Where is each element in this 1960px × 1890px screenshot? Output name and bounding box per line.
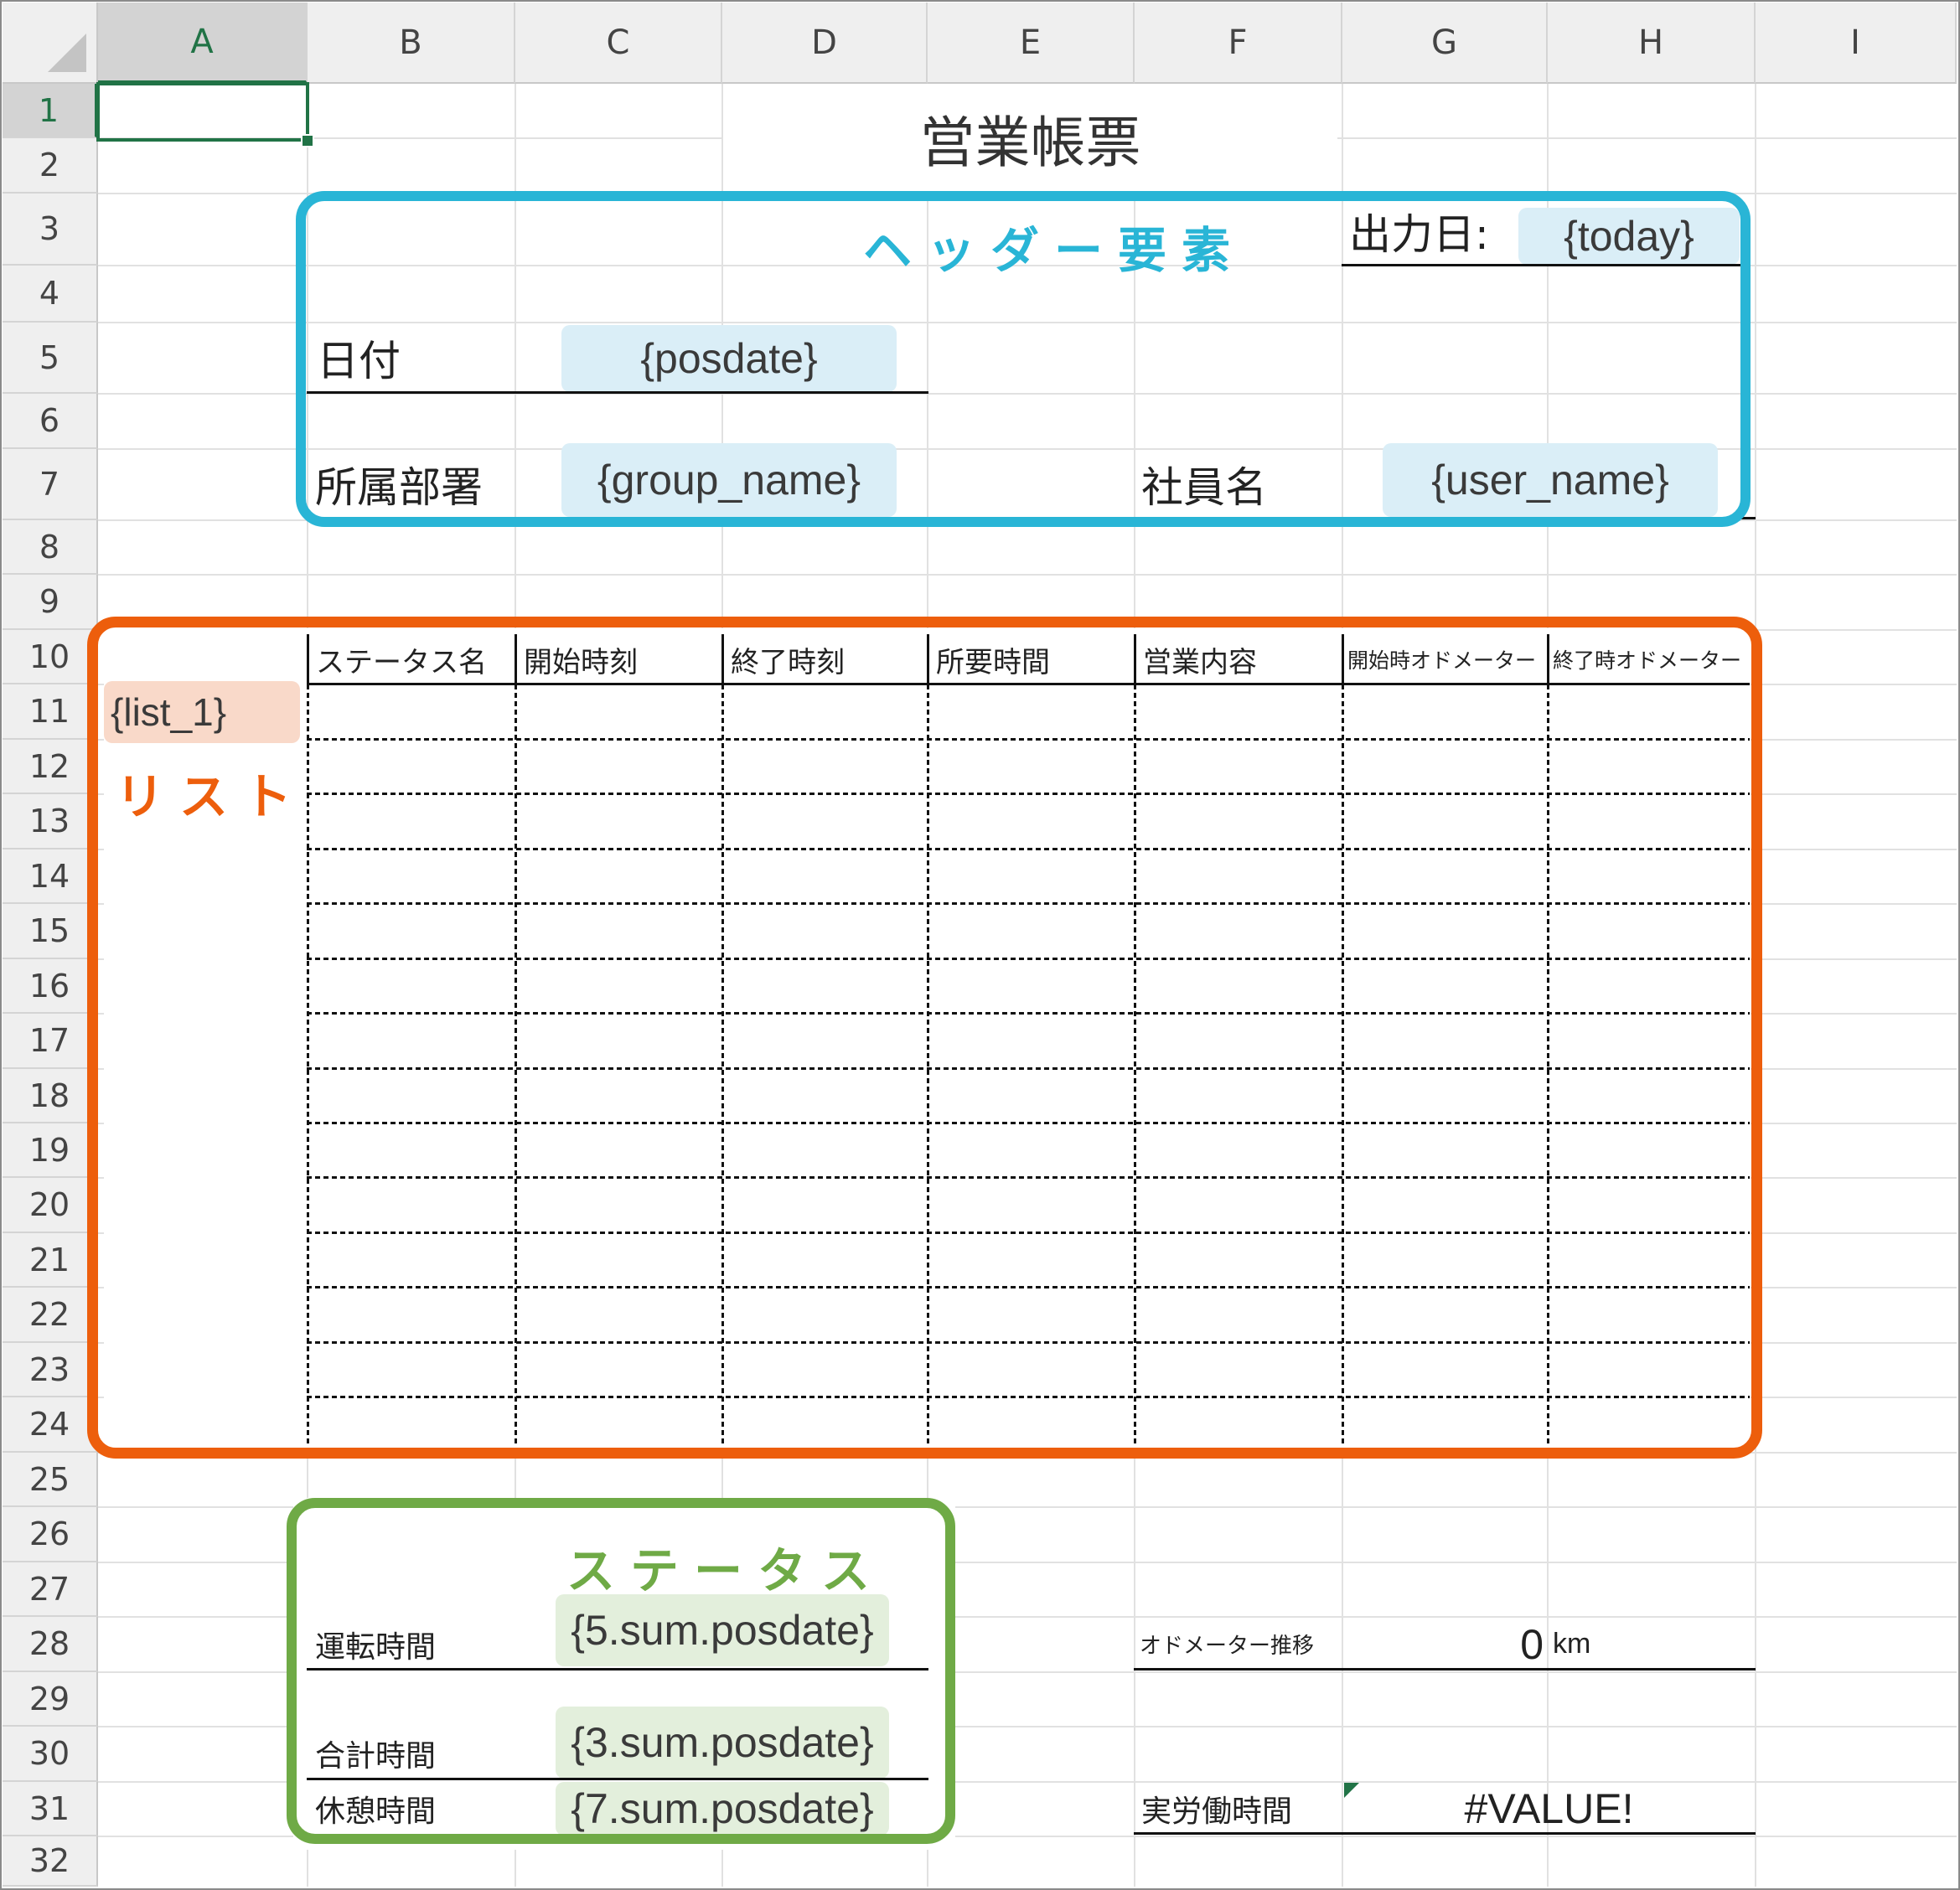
list-annotation-box [87, 617, 1762, 1459]
column-header-h[interactable]: H [1548, 3, 1756, 84]
header-annotation-label: ヘッダー要素 [863, 222, 1246, 279]
actual-work-underline [1134, 1832, 1756, 1835]
row-header-3[interactable]: 3 [3, 194, 98, 266]
row-header-23[interactable]: 23 [3, 1343, 98, 1397]
row-header-17[interactable]: 17 [3, 1014, 98, 1069]
column-header-g[interactable]: G [1342, 3, 1548, 84]
column-header-d[interactable]: D [722, 3, 928, 84]
column-header-c[interactable]: C [515, 3, 722, 84]
selected-cell-a1[interactable] [96, 82, 309, 142]
row-header-28[interactable]: 28 [3, 1617, 98, 1672]
row-header-8[interactable]: 8 [3, 520, 98, 575]
row-header-12[interactable]: 12 [3, 740, 98, 794]
report-title: 営業帳票 [919, 111, 1141, 175]
row-header-5[interactable]: 5 [3, 323, 98, 394]
row-header-2[interactable]: 2 [3, 138, 98, 194]
row-header-14[interactable]: 14 [3, 849, 98, 904]
column-header-f[interactable]: F [1135, 3, 1342, 84]
row-header-13[interactable]: 13 [3, 794, 98, 849]
row-header-31[interactable]: 31 [3, 1782, 98, 1836]
odometer-unit: km [1553, 1628, 1591, 1660]
list-annotation-label: リスト [116, 768, 308, 825]
column-header-i[interactable]: I [1756, 3, 1957, 84]
row-header-24[interactable]: 24 [3, 1397, 98, 1453]
row-header-22[interactable]: 22 [3, 1288, 98, 1343]
row-header-18[interactable]: 18 [3, 1069, 98, 1123]
fill-handle[interactable] [301, 134, 314, 147]
column-header-b[interactable]: B [308, 3, 515, 84]
row-header-26[interactable]: 26 [3, 1507, 98, 1562]
row-header-29[interactable]: 29 [3, 1672, 98, 1727]
select-all-corner[interactable] [3, 3, 98, 84]
actual-work-label: 実労働時間 [1141, 1794, 1293, 1829]
row-header-27[interactable]: 27 [3, 1562, 98, 1617]
row-header-21[interactable]: 21 [3, 1233, 98, 1288]
select-all-triangle [48, 34, 86, 72]
row-header-7[interactable]: 7 [3, 449, 98, 520]
column-header-e[interactable]: E [928, 3, 1135, 84]
row-header-19[interactable]: 19 [3, 1123, 98, 1178]
row-header-9[interactable]: 9 [3, 575, 98, 630]
row-header-16[interactable]: 16 [3, 959, 98, 1014]
row-header-20[interactable]: 20 [3, 1178, 98, 1233]
row-header-6[interactable]: 6 [3, 394, 98, 449]
gridline [98, 574, 1957, 576]
column-header-a[interactable]: A [98, 3, 308, 84]
odometer-underline [1134, 1668, 1756, 1671]
actual-work-value: #VALUE! [1464, 1784, 1634, 1832]
row-header-32[interactable]: 32 [3, 1836, 98, 1887]
row-header-30[interactable]: 30 [3, 1727, 98, 1782]
row-header-15[interactable]: 15 [3, 904, 98, 959]
odometer-label: オドメーター推移 [1140, 1634, 1315, 1659]
row-header-25[interactable]: 25 [3, 1453, 98, 1507]
row-header-4[interactable]: 4 [3, 266, 98, 323]
odometer-value: 0 [1520, 1620, 1544, 1668]
status-annotation-label: ステータス [566, 1542, 886, 1599]
row-header-1[interactable]: 1 [3, 84, 98, 138]
row-header-11[interactable]: 11 [3, 684, 98, 740]
row-header-10[interactable]: 10 [3, 630, 98, 684]
